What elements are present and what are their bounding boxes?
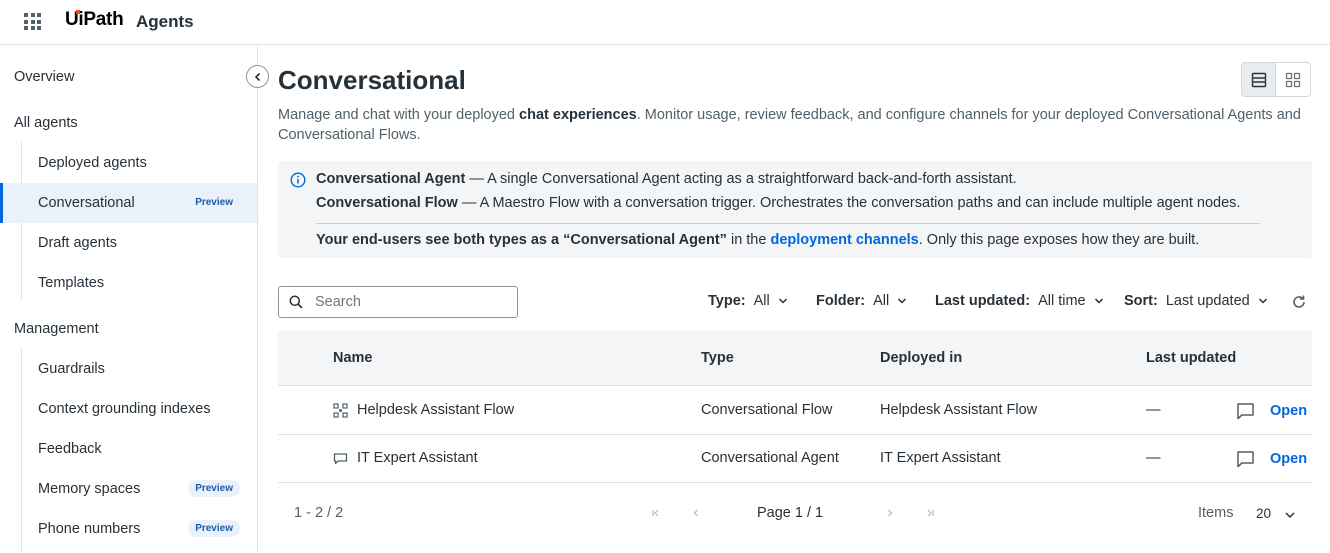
open-button[interactable]: Open [1270, 403, 1307, 419]
sidebar-item-memory-spaces[interactable]: Memory spaces Preview [0, 469, 257, 509]
preview-badge: Preview [188, 480, 240, 497]
sort-filter[interactable]: Sort: Last updated [1124, 293, 1268, 309]
chevron-down-icon [898, 298, 907, 304]
sidebar-item-draft-agents[interactable]: Draft agents [0, 223, 257, 263]
row-type: Conversational Agent [701, 450, 839, 466]
items-per-page-value[interactable]: 20 [1256, 506, 1271, 521]
page-indicator: Page 1 / 1 [757, 505, 824, 521]
filter-value: All time [1038, 293, 1086, 309]
sidebar-section-management[interactable]: Management [14, 321, 99, 337]
table-header: Name Type Deployed in Last updated [278, 331, 1312, 386]
chevron-down-icon[interactable] [1284, 509, 1296, 521]
uipath-logo[interactable]: UiPath [65, 9, 124, 31]
sidebar-item-deployed-agents[interactable]: Deployed agents [0, 143, 257, 183]
column-header-last-updated[interactable]: Last updated [1146, 350, 1236, 366]
sidebar-item-label: Context grounding indexes [38, 401, 211, 417]
agent-icon [333, 453, 348, 465]
filter-value: All [873, 293, 890, 309]
info-divider [316, 223, 1260, 224]
page-title: Conversational [278, 65, 466, 95]
info-line-end-users: Your end-users see both types as a “Conv… [316, 232, 1200, 248]
open-button[interactable]: Open [1270, 451, 1307, 467]
page-description: Manage and chat with your deployed chat … [278, 107, 1301, 143]
sidebar-item-context-grounding[interactable]: Context grounding indexes [0, 389, 257, 429]
info-line-agent: Conversational Agent — A single Conversa… [316, 171, 1017, 187]
table-row[interactable]: IT Expert Assistant Conversational Agent… [278, 435, 1312, 483]
view-toggle [1241, 62, 1311, 97]
search-input[interactable] [315, 294, 505, 310]
chat-icon[interactable] [1236, 450, 1255, 468]
filter-label: Type: [708, 293, 746, 309]
info-banner: Conversational Agent — A single Conversa… [278, 161, 1312, 258]
sidebar-item-label: Phone numbers [38, 521, 141, 537]
sidebar-item-label: Draft agents [38, 235, 117, 251]
row-deployed-in: IT Expert Assistant [880, 450, 1001, 466]
app-launcher-icon[interactable] [24, 13, 41, 30]
sidebar: Overview All agents Deployed agents Conv… [0, 45, 258, 553]
chevron-down-icon [1094, 298, 1103, 304]
sidebar-item-overview[interactable]: Overview [14, 69, 74, 85]
list-view-icon [1251, 72, 1266, 87]
row-last-updated: — [1146, 402, 1161, 418]
info-line-flow: Conversational Flow — A Maestro Flow wit… [316, 195, 1241, 211]
grid-view-button[interactable] [1276, 63, 1310, 96]
column-header-name[interactable]: Name [333, 350, 373, 366]
sidebar-item-guardrails[interactable]: Guardrails [0, 349, 257, 389]
pagination: 1 - 2 / 2 Page 1 / 1 Items 20 [278, 498, 1312, 538]
chevron-down-icon [1258, 298, 1267, 304]
flow-icon [333, 403, 348, 418]
preview-badge: Preview [188, 520, 240, 537]
product-name: Agents [136, 12, 194, 31]
search-icon [289, 295, 303, 309]
table-row[interactable]: Helpdesk Assistant Flow Conversational F… [278, 387, 1312, 435]
sidebar-item-label: Templates [38, 275, 105, 291]
chevron-left-icon [254, 72, 260, 81]
filter-label: Last updated: [935, 293, 1031, 309]
row-name: IT Expert Assistant [357, 450, 478, 466]
grid-view-icon [1285, 72, 1301, 87]
collapse-sidebar-button[interactable] [246, 65, 269, 88]
first-page-icon[interactable] [650, 507, 662, 519]
filter-label: Sort: [1124, 293, 1158, 309]
row-last-updated: — [1146, 450, 1161, 466]
items-label: Items [1198, 505, 1234, 521]
search-field[interactable] [278, 286, 518, 318]
type-filter[interactable]: Type: All [708, 293, 788, 309]
row-deployed-in: Helpdesk Assistant Flow [880, 402, 1038, 418]
sidebar-item-templates[interactable]: Templates [0, 263, 257, 303]
row-name: Helpdesk Assistant Flow [357, 402, 515, 418]
sidebar-item-label: Deployed agents [38, 155, 147, 171]
sidebar-item-label: Conversational [38, 195, 135, 211]
preview-badge: Preview [195, 197, 233, 208]
chat-icon[interactable] [1236, 402, 1255, 420]
sidebar-section-all-agents[interactable]: All agents [14, 115, 78, 131]
previous-page-icon[interactable] [690, 507, 702, 519]
chevron-down-icon [778, 298, 787, 304]
sidebar-item-phone-numbers[interactable]: Phone numbers Preview [0, 509, 257, 549]
sidebar-item-conversational[interactable]: Conversational Preview [0, 183, 257, 223]
row-type: Conversational Flow [701, 402, 833, 418]
top-header: UiPath Agents [0, 0, 1330, 45]
filter-value: All [753, 293, 770, 309]
sidebar-item-label: Memory spaces [38, 481, 141, 497]
filter-label: Folder: [816, 293, 866, 309]
sidebar-item-feedback[interactable]: Feedback [0, 429, 257, 469]
last-page-icon[interactable] [924, 507, 936, 519]
column-header-deployed-in[interactable]: Deployed in [880, 350, 962, 366]
deployment-channels-link[interactable]: deployment channels [770, 232, 918, 248]
refresh-icon[interactable] [1291, 294, 1307, 310]
info-icon [290, 172, 306, 188]
sidebar-item-label: Guardrails [38, 361, 105, 377]
sidebar-item-label: Feedback [38, 441, 102, 457]
last-updated-filter[interactable]: Last updated: All time [935, 293, 1104, 309]
column-header-type[interactable]: Type [701, 350, 734, 366]
next-page-icon[interactable] [884, 507, 896, 519]
list-view-button[interactable] [1242, 63, 1277, 96]
folder-filter[interactable]: Folder: All [816, 293, 907, 309]
pagination-range: 1 - 2 / 2 [294, 505, 344, 521]
filter-value: Last updated [1165, 293, 1250, 309]
